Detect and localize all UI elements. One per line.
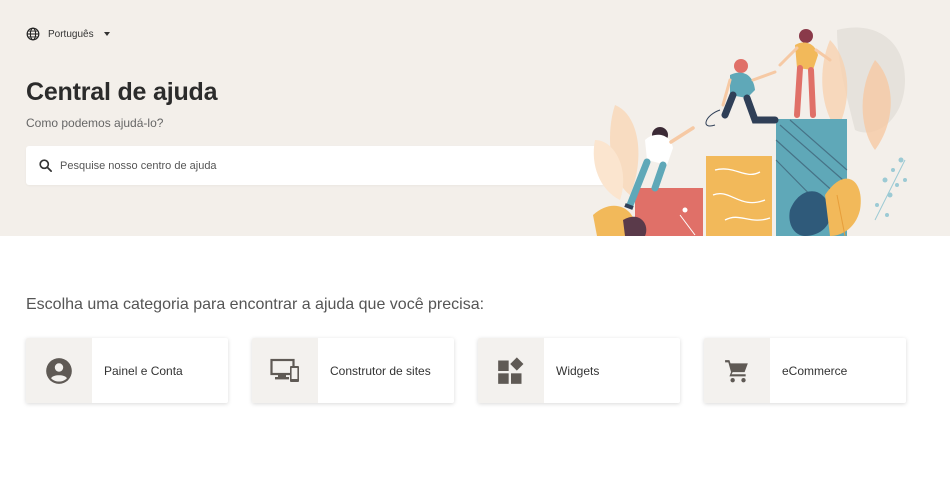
devices-icon	[270, 358, 299, 382]
search-input[interactable]	[60, 159, 580, 172]
category-card-ecommerce[interactable]: eCommerce	[704, 338, 906, 403]
search-box[interactable]	[26, 146, 605, 185]
page-subtitle: Como podemos ajudá-lo?	[26, 116, 164, 130]
hero-illustration	[593, 27, 907, 236]
card-label: Construtor de sites	[330, 363, 431, 378]
card-label: Painel e Conta	[104, 363, 183, 378]
card-label: eCommerce	[782, 363, 848, 378]
widgets-icon	[498, 356, 524, 384]
language-label: Português	[48, 28, 94, 40]
card-icon-container	[478, 338, 544, 403]
page-title: Central de ajuda	[26, 78, 218, 106]
categories-heading: Escolha uma categoria para encontrar a a…	[26, 296, 485, 313]
language-selector[interactable]: Português	[26, 27, 110, 41]
chevron-down-icon	[103, 32, 110, 36]
globe-icon	[26, 27, 40, 41]
category-card-painel[interactable]: Painel e Conta	[26, 338, 228, 403]
category-list: Painel e Conta Construtor de sites Widge…	[26, 338, 906, 403]
cart-icon	[725, 359, 748, 382]
card-label: Widgets	[556, 363, 600, 378]
account-icon	[46, 357, 72, 384]
card-icon-container	[704, 338, 770, 403]
category-card-construtor[interactable]: Construtor de sites	[252, 338, 454, 403]
hero-section: Português Central de ajuda Como podemos …	[0, 0, 950, 236]
category-card-widgets[interactable]: Widgets	[478, 338, 680, 403]
card-icon-container	[252, 338, 318, 403]
search-icon	[39, 159, 52, 172]
card-icon-container	[26, 338, 92, 403]
